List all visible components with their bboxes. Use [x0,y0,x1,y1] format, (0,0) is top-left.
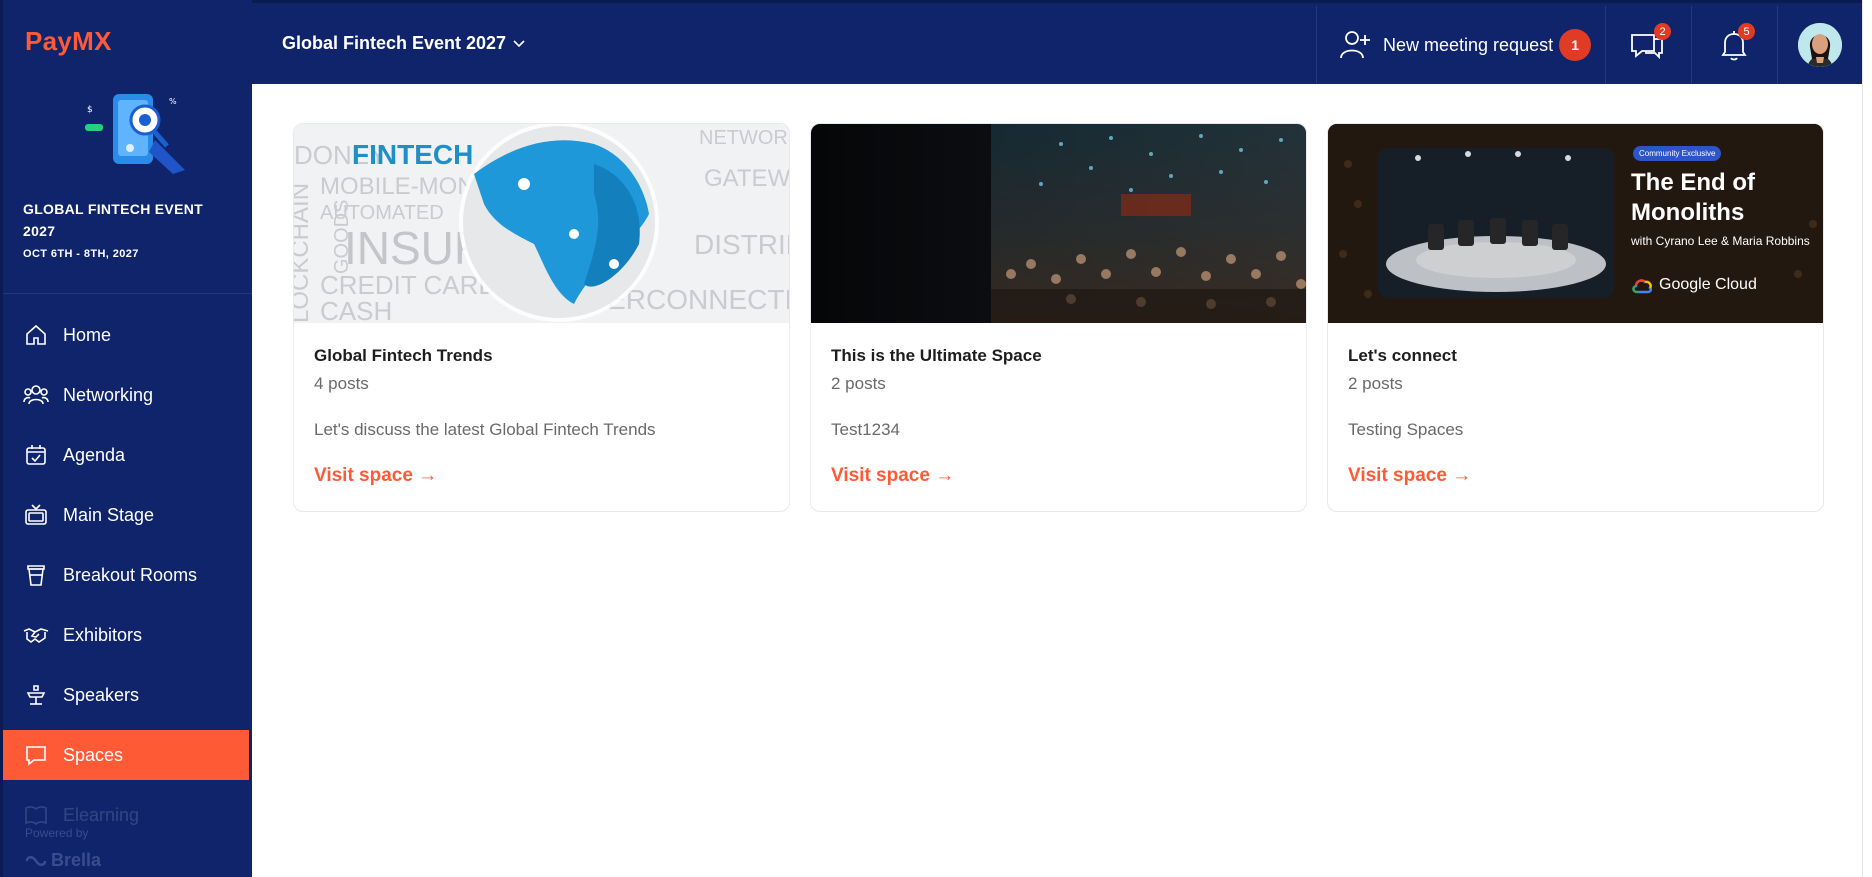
space-post-count: 4 posts [314,374,369,393]
book-icon [23,802,49,828]
topbar-divider [1316,6,1317,84]
space-card[interactable]: Community Exclusive The End of Monoliths… [1327,123,1824,512]
google-cloud-text: Google Cloud [1659,276,1757,293]
chevron-down-icon [513,39,525,47]
space-title: Global Fintech Trends [314,346,493,365]
space-card-image: DONEY FINTECH MOBILE-MONEY AUTOMATED INS… [294,124,789,323]
space-description: Test1234 [831,420,900,439]
powered-by-label: Powered by [25,826,89,840]
notifications-button[interactable]: 5 [1714,23,1755,65]
sidebar-item-label: Exhibitors [63,624,143,645]
top-bar: Global Fintech Event 2027 New meeting re… [252,0,1862,84]
new-meeting-request-button[interactable]: New meeting request 1 [1337,27,1592,63]
event-selector-label: Global Fintech Event 2027 [282,33,507,53]
space-description: Testing Spaces [1348,420,1464,439]
calendar-check-icon [23,442,49,468]
chat-bubble-icon [23,742,49,768]
sidebar-item-label: Elearning [63,804,140,825]
space-card[interactable]: DONEY FINTECH MOBILE-MONEY AUTOMATED INS… [293,123,790,512]
visit-space-link[interactable]: Visit space → [831,465,954,487]
event-dates: OCT 6TH - 8TH, 2027 [23,248,139,260]
svg-text:GATEWAY: GATEWAY [704,165,789,192]
user-avatar[interactable] [1798,23,1842,67]
event-selector[interactable]: Global Fintech Event 2027 [282,33,526,54]
user-avatar-image [1798,23,1842,67]
sidebar-item-main-stage[interactable]: Main Stage [3,490,252,540]
event-name: GLOBAL FINTECH EVENT 2027 [23,201,203,239]
event-banner-illustration: $ % [85,94,185,174]
handshake-icon [23,622,49,648]
sidebar-item-label: Breakout Rooms [63,564,198,585]
sidebar-item-spaces[interactable]: Spaces [3,730,249,780]
sidebar-item-networking[interactable]: Networking [3,370,252,420]
fintech-word-cloud-image: DONEY FINTECH MOBILE-MONEY AUTOMATED INS… [294,124,789,323]
space-card-image [811,124,1306,323]
image-overlay-subtitle: with Cyrano Lee & Maria Robbins [1631,234,1810,248]
sidebar-item-label: Spaces [63,744,124,765]
sidebar-nav: Home Networking Agenda Main Stage Breako… [3,310,252,850]
sidebar-item-label: Speakers [63,684,140,705]
topbar-divider [1691,6,1692,84]
scrollbar-track[interactable] [1862,0,1872,877]
sidebar-item-label: Agenda [63,444,126,465]
community-exclusive-chip: Community Exclusive [1633,146,1722,161]
visit-space-link[interactable]: Visit space → [1348,465,1471,487]
home-icon [23,322,49,348]
cup-icon [23,562,49,588]
sidebar: PayMX $ % GLOBAL FINTECH EVENT 2027 OCT … [0,0,252,877]
notifications-count-badge: 5 [1738,23,1755,40]
sidebar-item-label: Home [63,324,112,345]
space-post-count: 2 posts [1348,374,1403,393]
powered-by-logo: Brella [25,850,101,871]
add-user-icon [1340,31,1370,59]
svg-text:FINTECH: FINTECH [352,139,473,170]
people-icon [23,382,49,408]
space-card[interactable]: This is the Ultimate Space 2 posts Test1… [810,123,1307,512]
messages-button[interactable]: 2 [1628,23,1671,65]
sidebar-item-exhibitors[interactable]: Exhibitors [3,610,252,660]
space-card-image: Community Exclusive The End of Monoliths… [1328,124,1823,323]
messages-count-badge: 2 [1654,23,1671,40]
svg-text:LOCKCHAIN: LOCKCHAIN [294,183,314,323]
concert-crowd-image [811,124,1306,323]
sidebar-item-speakers[interactable]: Speakers [3,670,252,720]
space-title: Let's connect [1348,346,1457,365]
sidebar-divider [3,293,252,294]
svg-text:CASH: CASH [320,296,392,323]
image-overlay-title: The End of Monoliths [1631,169,1755,226]
podium-icon [23,682,49,708]
topbar-divider [1605,6,1606,84]
visit-space-link[interactable]: Visit space → [314,465,437,487]
brand-logo[interactable]: PayMX [25,26,112,57]
svg-text:%: % [169,97,177,106]
topbar-divider [1777,6,1778,84]
powered-by-logo-text: Brella [51,850,102,870]
space-post-count: 2 posts [831,374,886,393]
sidebar-item-label: Main Stage [63,504,155,525]
google-cloud-logo: Google Cloud [1631,276,1757,294]
tv-icon [23,502,49,528]
brella-logo-icon [25,855,47,866]
space-title: This is the Ultimate Space [831,346,1042,365]
google-cloud-icon [1632,279,1653,294]
sidebar-item-label: Networking [63,384,154,405]
sidebar-item-breakout-rooms[interactable]: Breakout Rooms [3,550,252,600]
meeting-request-count-badge: 1 [1559,29,1592,61]
sidebar-item-home[interactable]: Home [3,310,252,360]
sidebar-item-agenda[interactable]: Agenda [3,430,252,480]
svg-text:$: $ [87,105,93,115]
svg-text:DISTRIBUTE: DISTRIBUTE [694,229,789,260]
new-meeting-request-label: New meeting request [1383,34,1554,55]
svg-text:GOODS: GOODS [331,200,353,274]
space-description: Let's discuss the latest Global Fintech … [314,420,656,439]
svg-text:NETWORK: NETWORK [699,127,789,149]
